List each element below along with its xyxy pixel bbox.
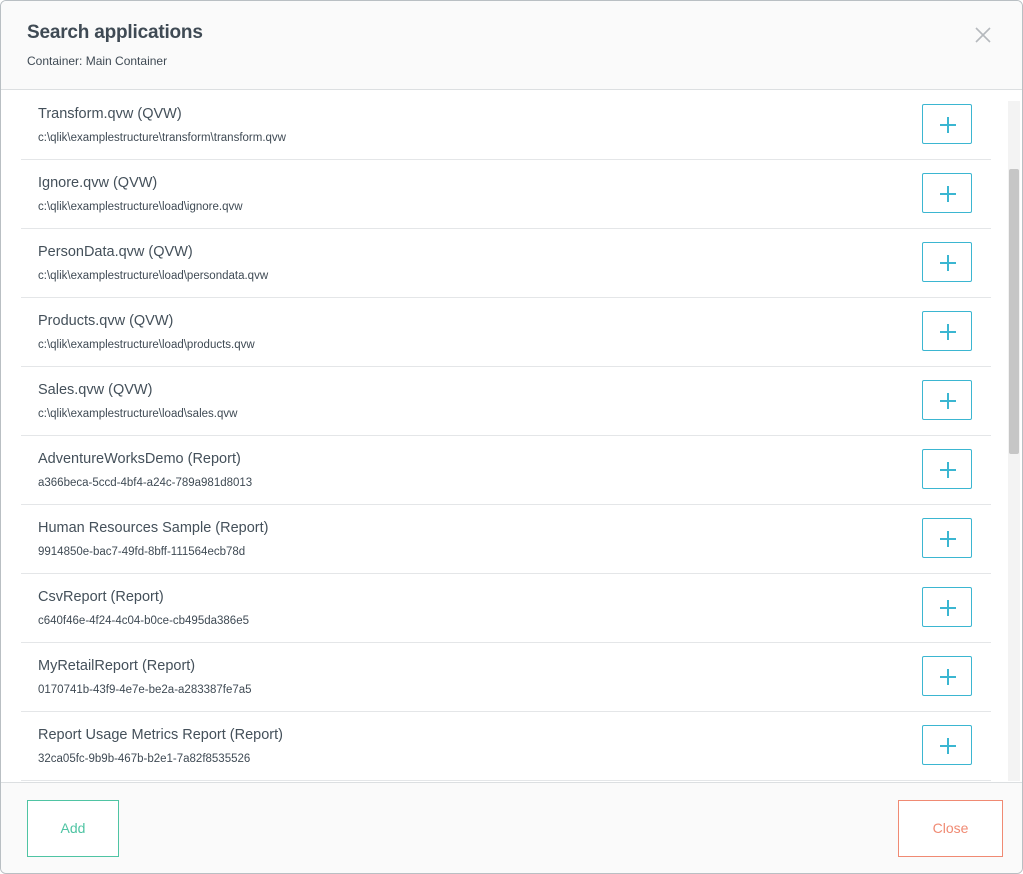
application-path: 0170741b-43f9-4e7e-be2a-a283387fe7a5 [38, 684, 252, 696]
application-path: c:\qlik\examplestructure\load\sales.qvw [38, 408, 238, 420]
application-path: c:\qlik\examplestructure\load\ignore.qvw [38, 201, 243, 213]
plus-icon [940, 462, 956, 478]
plus-icon [940, 738, 956, 754]
plus-icon [940, 531, 956, 547]
list-item: PersonData.qvw (QVW) c:\qlik\examplestru… [21, 228, 991, 298]
close-x-icon[interactable] [971, 23, 995, 47]
add-application-button[interactable] [922, 311, 972, 351]
application-name: Products.qvw (QVW) [38, 313, 174, 329]
application-name: Report Usage Metrics Report (Report) [38, 727, 283, 743]
add-application-button[interactable] [922, 242, 972, 282]
plus-icon [940, 117, 956, 133]
list-item: Human Resources Sample (Report) 9914850e… [21, 504, 991, 574]
scrollbar-thumb[interactable] [1009, 169, 1019, 454]
application-name: Sales.qvw (QVW) [38, 382, 153, 398]
search-applications-dialog: Search applications Container: Main Cont… [0, 0, 1023, 874]
plus-icon [940, 324, 956, 340]
application-path: a366beca-5ccd-4bf4-a24c-789a981d8013 [38, 477, 253, 489]
add-application-button[interactable] [922, 380, 972, 420]
plus-icon [940, 669, 956, 685]
add-button[interactable]: Add [27, 800, 119, 857]
application-name: PersonData.qvw (QVW) [38, 244, 193, 260]
add-application-button[interactable] [922, 725, 972, 765]
add-application-button[interactable] [922, 104, 972, 144]
list-item: AdventureWorksDemo (Report) a366beca-5cc… [21, 435, 991, 505]
dialog-footer: Add Close [1, 782, 1022, 873]
list-item: MyRetailReport (Report) 0170741b-43f9-4e… [21, 642, 991, 712]
list-item: Transform.qvw (QVW) c:\qlik\examplestruc… [21, 90, 991, 160]
dialog-title: Search applications [27, 22, 203, 43]
application-name: Transform.qvw (QVW) [38, 106, 182, 122]
add-application-button[interactable] [922, 656, 972, 696]
dialog-subtitle: Container: Main Container [27, 54, 168, 68]
application-name: CsvReport (Report) [38, 589, 164, 605]
list-item: Products.qvw (QVW) c:\qlik\examplestruct… [21, 297, 991, 367]
add-application-button[interactable] [922, 449, 972, 489]
application-name: AdventureWorksDemo (Report) [38, 451, 241, 467]
close-button[interactable]: Close [898, 800, 1003, 857]
application-name: Human Resources Sample (Report) [38, 520, 269, 536]
application-name: MyRetailReport (Report) [38, 658, 196, 674]
plus-icon [940, 186, 956, 202]
dialog-header: Search applications Container: Main Cont… [1, 1, 1022, 90]
application-path: c:\qlik\examplestructure\transform\trans… [38, 132, 286, 144]
list-item: Sales.qvw (QVW) c:\qlik\examplestructure… [21, 366, 991, 436]
plus-icon [940, 393, 956, 409]
add-application-button[interactable] [922, 587, 972, 627]
add-application-button[interactable] [922, 518, 972, 558]
application-path: 9914850e-bac7-49fd-8bff-111564ecb78d [38, 546, 246, 558]
add-application-button[interactable] [922, 173, 972, 213]
application-path: c:\qlik\examplestructure\load\persondata… [38, 270, 269, 282]
plus-icon [940, 600, 956, 616]
application-path: c640f46e-4f24-4c04-b0ce-cb495da386e5 [38, 615, 249, 627]
list-item: Report Usage Metrics Report (Report) 32c… [21, 711, 991, 781]
list-item: CsvReport (Report) c640f46e-4f24-4c04-b0… [21, 573, 991, 643]
application-path: c:\qlik\examplestructure\load\products.q… [38, 339, 255, 351]
application-name: Ignore.qvw (QVW) [38, 175, 158, 191]
plus-icon [940, 255, 956, 271]
list-item: Ignore.qvw (QVW) c:\qlik\examplestructur… [21, 159, 991, 229]
application-list: Transform.qvw (QVW) c:\qlik\examplestruc… [1, 90, 1022, 782]
application-path: 32ca05fc-9b9b-467b-b2e1-7a82f8535526 [38, 753, 251, 765]
